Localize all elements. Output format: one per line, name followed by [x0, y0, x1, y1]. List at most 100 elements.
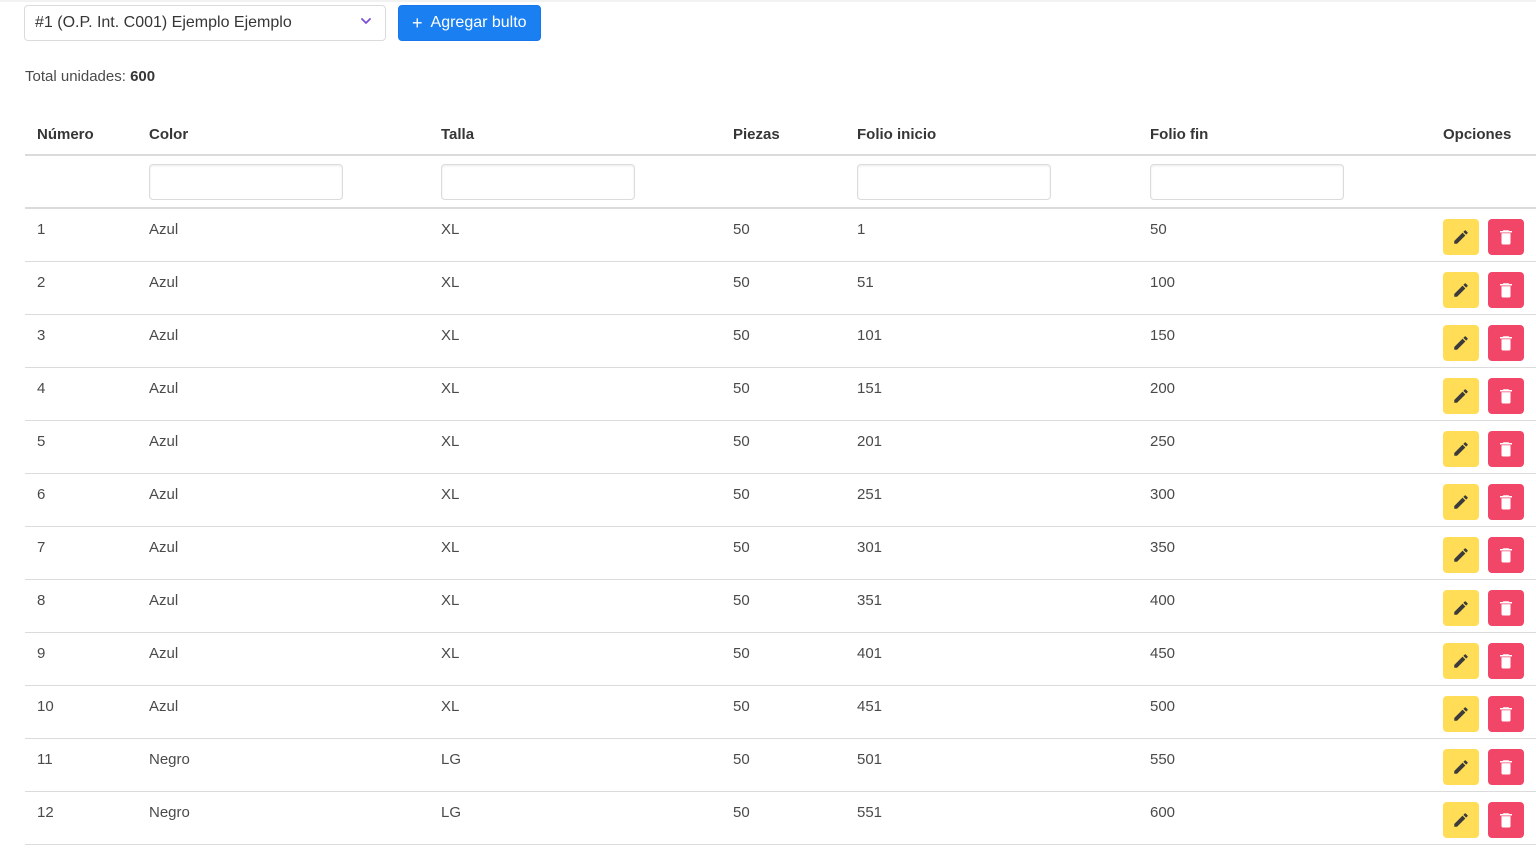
edit-button[interactable]: [1443, 802, 1479, 838]
filter-folio-inicio-input[interactable]: [857, 163, 1051, 200]
cell-color: Azul: [149, 380, 179, 397]
trash-icon: [1497, 652, 1515, 670]
cell-numero: 10: [37, 698, 54, 715]
filter-color-input[interactable]: [149, 163, 343, 200]
cell-numero: 2: [37, 274, 46, 291]
delete-button[interactable]: [1488, 802, 1524, 838]
trash-icon: [1497, 440, 1515, 458]
edit-button[interactable]: [1443, 484, 1479, 520]
cell-numero: 1: [37, 221, 46, 239]
edit-button[interactable]: [1443, 431, 1479, 467]
filter-talla-input[interactable]: [441, 163, 635, 200]
cell-numero: 6: [37, 486, 46, 503]
cell-color: Azul: [149, 592, 179, 609]
header-talla[interactable]: Talla: [429, 114, 721, 156]
table-row: 4 Azul XL 50 151 200: [25, 367, 1536, 421]
edit-button[interactable]: [1443, 378, 1479, 414]
cell-folio-inicio: 1: [857, 221, 866, 239]
row-options: [1443, 585, 1524, 626]
table-row: 5 Azul XL 50 201 250: [25, 420, 1536, 474]
trash-icon: [1497, 705, 1515, 723]
cell-piezas: 50: [733, 592, 750, 609]
cell-folio-inicio: 451: [857, 698, 883, 715]
delete-button[interactable]: [1488, 749, 1524, 785]
row-options: [1443, 320, 1524, 361]
delete-button[interactable]: [1488, 219, 1524, 256]
cell-color: Negro: [149, 751, 190, 768]
edit-button[interactable]: [1443, 537, 1479, 573]
delete-button[interactable]: [1488, 696, 1524, 732]
delete-button[interactable]: [1488, 378, 1524, 414]
table-row: 11 Negro LG 50 501 550: [25, 738, 1536, 792]
delete-button[interactable]: [1488, 431, 1524, 467]
delete-button[interactable]: [1488, 590, 1524, 626]
pencil-icon: [1452, 228, 1470, 246]
cell-talla: XL: [441, 592, 460, 609]
cell-color: Azul: [149, 486, 179, 503]
cell-folio-fin: 350: [1150, 539, 1176, 556]
edit-button[interactable]: [1443, 272, 1479, 308]
row-options: [1443, 691, 1524, 732]
cell-talla: XL: [441, 433, 460, 450]
cell-piezas: 50: [733, 327, 750, 344]
filter-folio-fin-input[interactable]: [1150, 163, 1344, 200]
header-color[interactable]: Color: [137, 114, 429, 156]
add-bundle-label: Agregar bulto: [430, 14, 527, 31]
cell-folio-inicio: 251: [857, 486, 883, 503]
cell-folio-inicio: 51: [857, 274, 874, 291]
delete-button[interactable]: [1488, 537, 1524, 573]
delete-button[interactable]: [1488, 484, 1524, 520]
cell-talla: XL: [441, 380, 460, 397]
row-options: [1443, 267, 1524, 308]
trash-icon: [1497, 387, 1515, 405]
pencil-icon: [1452, 493, 1470, 511]
header-folio-fin[interactable]: Folio fin: [1138, 114, 1431, 156]
table-row: 2 Azul XL 50 51 100: [25, 261, 1536, 315]
cell-piezas: 50: [733, 380, 750, 397]
cell-piezas: 50: [733, 486, 750, 503]
trash-icon: [1497, 228, 1515, 246]
row-options: [1443, 797, 1524, 838]
add-bundle-button[interactable]: + Agregar bulto: [398, 5, 541, 41]
pencil-icon: [1452, 334, 1470, 352]
cell-piezas: 50: [733, 645, 750, 662]
header-numero[interactable]: Número: [25, 114, 137, 156]
cell-folio-fin: 200: [1150, 380, 1176, 397]
row-options: [1443, 532, 1524, 573]
edit-button[interactable]: [1443, 749, 1479, 785]
table-row: 6 Azul XL 50 251 300: [25, 473, 1536, 527]
table-row: 9 Azul XL 50 401 450: [25, 632, 1536, 686]
cell-folio-inicio: 301: [857, 539, 883, 556]
cell-color: Azul: [149, 539, 179, 556]
cell-folio-fin: 50: [1150, 221, 1167, 239]
cell-folio-inicio: 351: [857, 592, 883, 609]
delete-button[interactable]: [1488, 272, 1524, 308]
row-options: [1443, 373, 1524, 414]
pencil-icon: [1452, 440, 1470, 458]
row-options: [1443, 744, 1524, 785]
order-select[interactable]: #1 (O.P. Int. C001) Ejemplo Ejemplo: [24, 5, 386, 41]
cell-folio-fin: 250: [1150, 433, 1176, 450]
edit-button[interactable]: [1443, 590, 1479, 626]
edit-button[interactable]: [1443, 219, 1479, 256]
pencil-icon: [1452, 599, 1470, 617]
header-folio-inicio[interactable]: Folio inicio: [845, 114, 1138, 156]
cell-talla: XL: [441, 698, 460, 715]
edit-button[interactable]: [1443, 696, 1479, 732]
table-row: 8 Azul XL 50 351 400: [25, 579, 1536, 633]
cell-folio-fin: 550: [1150, 751, 1176, 768]
trash-icon: [1497, 334, 1515, 352]
edit-button[interactable]: [1443, 643, 1479, 679]
cell-folio-fin: 300: [1150, 486, 1176, 503]
header-piezas[interactable]: Piezas: [721, 114, 845, 156]
edit-button[interactable]: [1443, 325, 1479, 361]
cell-folio-fin: 400: [1150, 592, 1176, 609]
cell-piezas: 50: [733, 274, 750, 291]
cell-numero: 5: [37, 433, 46, 450]
cell-talla: XL: [441, 274, 460, 291]
cell-piezas: 50: [733, 433, 750, 450]
delete-button[interactable]: [1488, 643, 1524, 679]
cell-talla: XL: [441, 486, 460, 503]
cell-numero: 7: [37, 539, 46, 556]
delete-button[interactable]: [1488, 325, 1524, 361]
